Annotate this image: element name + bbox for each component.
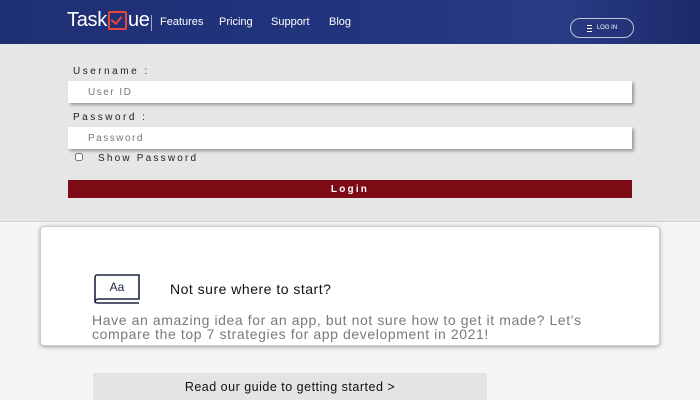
logo-checkbox-icon xyxy=(107,11,127,30)
book-icon-text: Aa xyxy=(110,280,125,294)
password-input[interactable] xyxy=(68,127,632,149)
password-label: Password : xyxy=(73,112,148,123)
nav-features[interactable]: Features xyxy=(160,16,203,28)
guide-title: Not sure where to start? xyxy=(170,281,332,297)
show-password-checkbox[interactable] xyxy=(74,153,84,161)
taskque-logo[interactable]: Task ue xyxy=(67,9,150,32)
login-button[interactable]: Login xyxy=(68,180,632,198)
username-input[interactable] xyxy=(68,81,632,103)
nav-pricing[interactable]: Pricing xyxy=(219,16,253,28)
logo-text-start: Task xyxy=(67,9,107,31)
logo-text-end: ue xyxy=(127,9,150,31)
header-login-button[interactable]: LOG IN xyxy=(570,18,634,38)
book-icon: Aa xyxy=(94,274,140,304)
top-nav-bar: Task ue Features Pricing Support Blog LOG… xyxy=(0,0,700,44)
nav-blog[interactable]: Blog xyxy=(329,16,351,28)
logo-divider xyxy=(151,15,152,31)
header-login-label: LOG IN xyxy=(596,25,618,31)
guide-description: Have an amazing idea for an app, but not… xyxy=(92,312,582,342)
nav-support[interactable]: Support xyxy=(271,16,310,28)
menu-icon xyxy=(586,24,592,32)
username-label: Username : xyxy=(73,66,150,77)
read-guide-button[interactable]: Read our guide to getting started > xyxy=(93,373,487,400)
show-password-label[interactable]: Show Password xyxy=(98,153,198,164)
